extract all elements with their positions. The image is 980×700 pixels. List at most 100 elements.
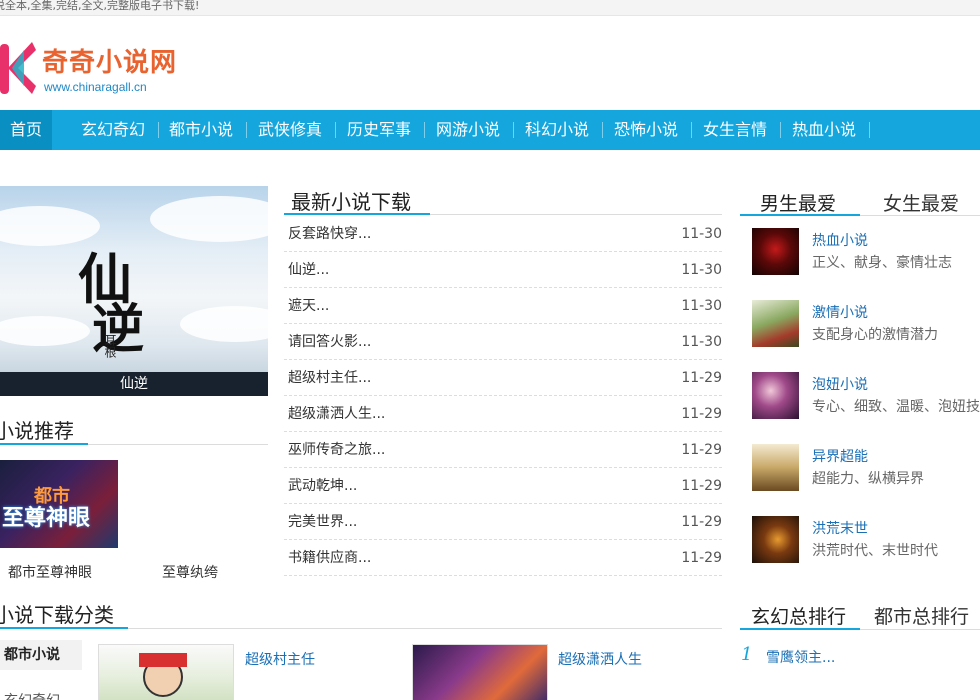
recommend-book-cover[interactable]: 都市 至尊神眼 bbox=[0, 460, 118, 548]
category-thumbnail bbox=[752, 300, 799, 347]
latest-item-title[interactable]: 武动乾坤... bbox=[288, 468, 357, 504]
nav-divider bbox=[158, 122, 159, 138]
latest-item-date: 11-30 bbox=[681, 226, 722, 242]
nav-divider bbox=[424, 122, 425, 138]
category-name[interactable]: 泡妞小说 bbox=[812, 374, 868, 394]
category-thumbnail bbox=[752, 516, 799, 563]
latest-title: 最新小说下载 bbox=[291, 190, 411, 214]
nav-item-rexue[interactable]: 热血小说 bbox=[792, 110, 856, 150]
recommend-title: 小说推荐 bbox=[0, 419, 74, 443]
nav-item-wuxia[interactable]: 武侠修真 bbox=[258, 110, 322, 150]
rank-title[interactable]: 雪鹰领主... bbox=[766, 647, 835, 667]
category-name[interactable]: 异界超能 bbox=[812, 446, 868, 466]
list-item[interactable]: 热血小说 正义、献身、豪情壮志 bbox=[752, 228, 980, 276]
category-name[interactable]: 热血小说 bbox=[812, 230, 868, 250]
sidebar-item-xuanhuan[interactable]: 玄幻奇幻 bbox=[0, 686, 82, 700]
nav-item-nvsheng[interactable]: 女生言情 bbox=[703, 110, 767, 150]
ranking-accent bbox=[740, 628, 860, 630]
list-item: 反套路快穿... 11-30 bbox=[284, 216, 722, 252]
featured-cover-image: 仙 逆 耳根 bbox=[0, 186, 268, 372]
main-nav: 首页 玄幻奇幻 都市小说 武侠修真 历史军事 网游小说 科幻小说 恐怖小说 女生… bbox=[0, 110, 980, 150]
download-book-cover[interactable] bbox=[412, 644, 548, 700]
rank-number: 1 bbox=[741, 644, 753, 665]
tab-male-favorites[interactable]: 男生最爱 bbox=[760, 189, 836, 216]
category-thumbnail bbox=[752, 444, 799, 491]
latest-item-date: 11-30 bbox=[681, 262, 722, 278]
latest-item-title[interactable]: 遮天... bbox=[288, 288, 329, 324]
latest-item-date: 11-29 bbox=[681, 478, 722, 494]
category-desc: 洪荒时代、末世时代 bbox=[812, 543, 938, 559]
latest-item-title[interactable]: 超级村主任... bbox=[288, 360, 371, 396]
category-thumbnail bbox=[752, 228, 799, 275]
recommend-book-name[interactable]: 都市至尊神眼 bbox=[8, 562, 92, 582]
list-item: 遮天... 11-30 bbox=[284, 288, 722, 324]
recommend-accent bbox=[0, 443, 88, 445]
category-name[interactable]: 洪荒末世 bbox=[812, 518, 868, 538]
category-thumbnail bbox=[752, 372, 799, 419]
category-name[interactable]: 激情小说 bbox=[812, 302, 868, 322]
latest-item-date: 11-29 bbox=[681, 514, 722, 530]
top-bar-text: 说全本,全集,完结,全文,完整版电子书下载! bbox=[0, 0, 200, 12]
nav-divider bbox=[691, 122, 692, 138]
nav-item-dushi[interactable]: 都市小说 bbox=[169, 110, 233, 150]
site-logo[interactable]: 奇奇小说网 www.chinaragall.cn bbox=[0, 36, 180, 100]
list-item: 武动乾坤... 11-29 bbox=[284, 468, 722, 504]
list-item: 完美世界... 11-29 bbox=[284, 504, 722, 540]
category-desc: 专心、细致、温暖、泡妞技 bbox=[812, 399, 980, 415]
logo-name: 奇奇小说网 bbox=[42, 48, 178, 78]
download-book-title[interactable]: 超级潇洒人生 bbox=[558, 649, 642, 669]
latest-item-date: 11-29 bbox=[681, 406, 722, 422]
nav-item-wangyou[interactable]: 网游小说 bbox=[436, 110, 500, 150]
featured-caption[interactable]: 仙逆 bbox=[0, 372, 268, 396]
download-book-cover[interactable] bbox=[98, 644, 234, 700]
nav-divider bbox=[869, 122, 870, 138]
list-item: 超级村主任... 11-29 bbox=[284, 360, 722, 396]
category-desc: 正义、献身、豪情壮志 bbox=[812, 255, 952, 271]
featured-book[interactable]: 仙 逆 耳根 仙逆 bbox=[0, 186, 268, 396]
top-bar: 说全本,全集,完结,全文,完整版电子书下载! bbox=[0, 0, 980, 16]
cover-author: 耳根 bbox=[103, 334, 117, 358]
latest-item-title[interactable]: 完美世界... bbox=[288, 504, 357, 540]
nav-divider bbox=[335, 122, 336, 138]
category-desc: 超能力、纵横异界 bbox=[812, 471, 924, 487]
list-item[interactable]: 激情小说 支配身心的激情潜力 bbox=[752, 300, 980, 348]
nav-divider bbox=[246, 122, 247, 138]
favorites-accent bbox=[740, 214, 860, 216]
list-item: 书籍供应商... 11-29 bbox=[284, 540, 722, 576]
nav-item-kongbu[interactable]: 恐怖小说 bbox=[614, 110, 678, 150]
downloads-accent bbox=[0, 627, 128, 629]
list-item: 仙逆... 11-30 bbox=[284, 252, 722, 288]
list-item[interactable]: 异界超能 超能力、纵横异界 bbox=[752, 444, 980, 492]
download-book-title[interactable]: 超级村主任 bbox=[245, 649, 315, 669]
category-desc: 支配身心的激情潜力 bbox=[812, 327, 938, 343]
tab-dushi-ranking[interactable]: 都市总排行 bbox=[874, 602, 969, 629]
list-item: 请回答火影... 11-30 bbox=[284, 324, 722, 360]
nav-divider bbox=[602, 122, 603, 138]
latest-accent bbox=[284, 213, 430, 215]
nav-item-home[interactable]: 首页 bbox=[0, 110, 53, 150]
list-item[interactable]: 洪荒末世 洪荒时代、末世时代 bbox=[752, 516, 980, 564]
latest-item-date: 11-29 bbox=[681, 442, 722, 458]
latest-item-title[interactable]: 书籍供应商... bbox=[288, 540, 371, 576]
list-item[interactable]: 泡妞小说 专心、细致、温暖、泡妞技 bbox=[752, 372, 980, 420]
logo-url: www.chinaragall.cn bbox=[44, 80, 147, 94]
list-item: 超级潇洒人生... 11-29 bbox=[284, 396, 722, 432]
latest-item-title[interactable]: 仙逆... bbox=[288, 252, 329, 288]
latest-item-date: 11-29 bbox=[681, 550, 722, 566]
sidebar-item-dushi[interactable]: 都市小说 bbox=[0, 640, 82, 670]
nav-item-xuanhuan[interactable]: 玄幻奇幻 bbox=[81, 110, 145, 150]
nav-divider bbox=[780, 122, 781, 138]
latest-item-date: 11-30 bbox=[681, 334, 722, 350]
logo-k-icon bbox=[0, 42, 36, 94]
latest-item-title[interactable]: 超级潇洒人生... bbox=[288, 396, 385, 432]
tab-xuanhuan-ranking[interactable]: 玄幻总排行 bbox=[751, 602, 846, 629]
nav-item-lishi[interactable]: 历史军事 bbox=[347, 110, 411, 150]
recommend-book-name[interactable]: 至尊纨绔 bbox=[162, 562, 218, 582]
cover-title-xian: 仙 bbox=[78, 247, 132, 311]
nav-item-kehuan[interactable]: 科幻小说 bbox=[525, 110, 589, 150]
latest-item-title[interactable]: 巫师传奇之旅... bbox=[288, 432, 385, 468]
list-item: 巫师传奇之旅... 11-29 bbox=[284, 432, 722, 468]
latest-item-title[interactable]: 反套路快穿... bbox=[288, 216, 371, 252]
latest-item-title[interactable]: 请回答火影... bbox=[288, 324, 371, 360]
tab-female-favorites[interactable]: 女生最爱 bbox=[883, 189, 959, 216]
